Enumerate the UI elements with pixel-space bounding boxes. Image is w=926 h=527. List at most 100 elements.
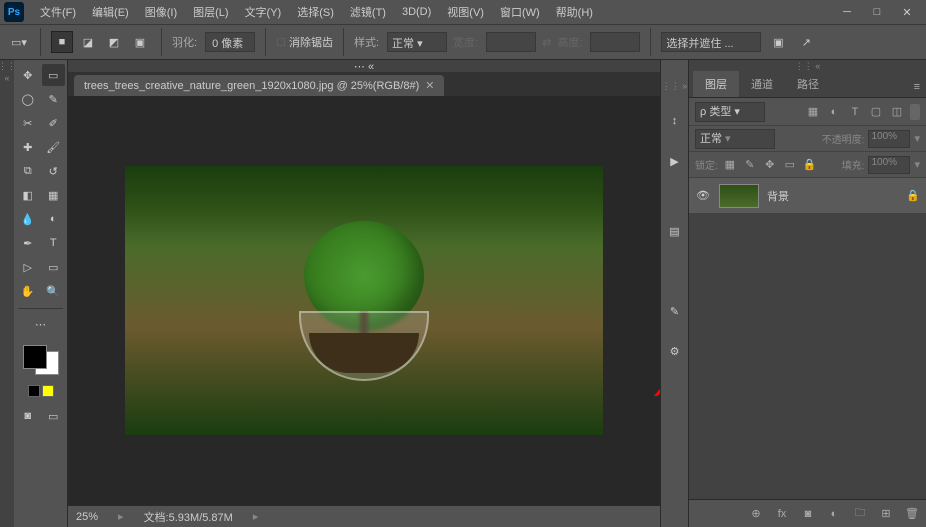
menu-layer[interactable]: 图层(L) [185,0,236,24]
minimize-button[interactable]: ─ [832,0,862,24]
canvas-viewport[interactable] [68,96,660,505]
close-tab-icon[interactable]: ✕ [425,79,434,92]
move-tool[interactable]: ✥ [16,64,40,86]
selection-intersect[interactable]: ▣ [129,31,151,53]
marquee-tool[interactable]: ▭ [42,64,66,86]
layer-mask-icon[interactable]: ◙ [800,506,816,522]
feather-label: 羽化: [172,34,197,50]
lasso-tool[interactable]: ◯ [16,88,40,110]
menu-view[interactable]: 视图(V) [439,0,492,24]
lock-pixels-icon[interactable]: ▦ [722,157,738,173]
menu-window[interactable]: 窗口(W) [492,0,548,24]
eraser-tool[interactable]: ◧ [16,184,40,206]
quick-mask-toggle[interactable]: ◙ [16,405,40,427]
menu-file[interactable]: 文件(F) [32,0,84,24]
style-select[interactable]: 正常 ▾ [387,32,447,52]
blur-tool[interactable]: 💧 [16,208,40,230]
crop-tool[interactable]: ✂ [16,112,40,134]
antialias-checkbox: ☐ 消除锯齿 [276,34,333,50]
selection-subtract[interactable]: ◩ [103,31,125,53]
menu-select[interactable]: 选择(S) [289,0,342,24]
opacity-input[interactable]: 100% [868,130,910,148]
foreground-color[interactable] [23,345,47,369]
document-tab[interactable]: trees_trees_creative_nature_green_1920x1… [74,75,444,96]
layer-thumbnail[interactable] [719,184,759,208]
lock-artboard-icon[interactable]: ▭ [782,157,798,173]
new-group-icon[interactable]: 🗀 [852,506,868,522]
feather-input[interactable]: 0 像素 [205,32,255,52]
selection-new[interactable]: ■ [51,31,73,53]
lock-move-icon[interactable]: ✥ [762,157,778,173]
tab-paths[interactable]: 路径 [785,71,831,97]
stamp-tool[interactable]: ⧉ [16,160,40,182]
mini-black[interactable] [28,385,40,397]
lock-all-icon[interactable]: 🔒 [802,157,818,173]
link-layers-icon[interactable]: ⊕ [748,506,764,522]
filter-type-icon[interactable]: T [847,104,863,120]
delete-layer-icon[interactable]: 🗑 [904,506,920,522]
lock-position-icon[interactable]: ✎ [742,157,758,173]
filter-shape-icon[interactable]: ▢ [868,104,884,120]
menu-3d[interactable]: 3D(D) [394,0,439,24]
new-layer-icon[interactable]: ⊞ [878,506,894,522]
left-expand-strip[interactable]: ⋮⋮ « [0,60,14,527]
panel-menu-icon[interactable]: ≡ [908,77,926,97]
brush-tool[interactable]: 🖌 [42,136,66,158]
close-button[interactable]: ✕ [892,0,922,24]
filter-pixel-icon[interactable]: ▦ [805,104,821,120]
history-panel-icon[interactable]: ↕ [664,110,686,132]
filter-adjustment-icon[interactable]: ◐ [826,104,842,120]
style-label: 样式: [354,34,379,50]
quick-select-tool[interactable]: ✎ [42,88,66,110]
dodge-tool[interactable]: ◐ [42,208,66,230]
layer-row-background[interactable]: 👁 背景 🔒 [689,178,926,214]
width-input [486,32,536,52]
menu-type[interactable]: 文字(Y) [237,0,290,24]
selection-add[interactable]: ◪ [77,31,99,53]
layer-filter-select[interactable]: ρ 类型 ▾ [695,102,765,122]
divider [265,28,266,56]
layer-style-icon[interactable]: fx [774,506,790,522]
adjustment-layer-icon[interactable]: ◐ [826,506,842,522]
zoom-level[interactable]: 25% [76,511,98,523]
menu-edit[interactable]: 编辑(E) [84,0,137,24]
actions-panel-icon[interactable]: ▶ [664,150,686,172]
shape-tool[interactable]: ▭ [42,256,66,278]
pen-tool[interactable]: ✒ [16,232,40,254]
filter-toggle[interactable] [910,104,920,120]
history-brush-tool[interactable]: ↺ [42,160,66,182]
brushes-panel-icon[interactable]: ✎ [664,300,686,322]
swap-dims-icon: ⇄ [542,36,551,49]
healing-tool[interactable]: ✚ [16,136,40,158]
mask-mode-icon[interactable]: ▣ [767,31,789,53]
screen-mode-toggle[interactable]: ▭ [42,405,66,427]
filter-smart-icon[interactable]: ◫ [889,104,905,120]
tool-preset-picker[interactable]: ▭▾ [8,31,30,53]
type-tool[interactable]: T [42,232,66,254]
tab-channels[interactable]: 通道 [739,71,785,97]
share-icon[interactable]: ↗ [795,31,817,53]
menu-help[interactable]: 帮助(H) [548,0,601,24]
visibility-toggle[interactable]: 👁 [695,189,711,202]
path-select-tool[interactable]: ▷ [16,256,40,278]
fill-input[interactable]: 100% [868,156,910,174]
top-expand-strip[interactable]: ⋯ « [68,60,660,72]
refine-edge-button[interactable]: 选择并遮住 ... [661,32,761,52]
brush-settings-panel-icon[interactable]: ⚙ [664,340,686,362]
mini-yellow[interactable] [42,385,54,397]
menu-filter[interactable]: 滤镜(T) [342,0,394,24]
menu-image[interactable]: 图像(I) [137,0,185,24]
blend-mode-select[interactable]: 正常 ▾ [695,129,775,149]
edit-toolbar[interactable]: ⋯ [29,313,53,335]
gradient-tool[interactable]: ▦ [42,184,66,206]
height-label: 高度: [557,34,582,50]
canvas-image [125,166,603,435]
eyedropper-tool[interactable]: ✐ [42,112,66,134]
color-swatch[interactable] [21,343,61,377]
maximize-button[interactable]: □ [862,0,892,24]
zoom-tool[interactable]: 🔍 [42,280,66,302]
layer-name[interactable]: 背景 [767,188,898,204]
properties-panel-icon[interactable]: ▤ [664,220,686,242]
hand-tool[interactable]: ✋ [16,280,40,302]
tab-layers[interactable]: 图层 [693,71,739,97]
